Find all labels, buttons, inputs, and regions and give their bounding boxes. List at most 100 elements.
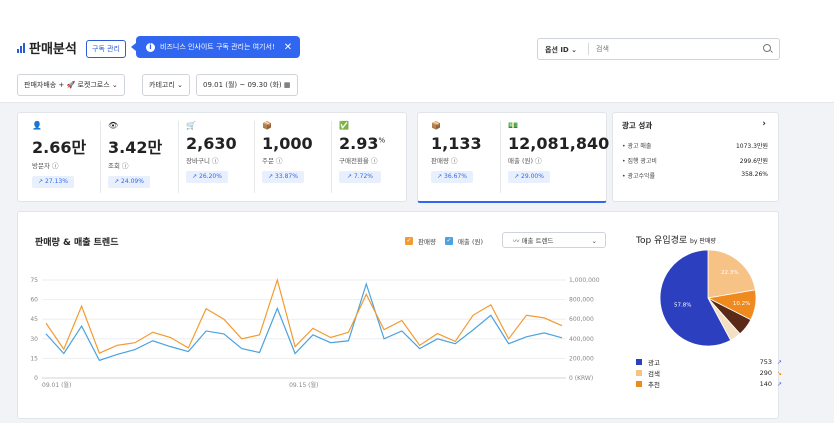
cart-icon: 🛒 — [186, 121, 196, 130]
right-axis-tick: 600,000 — [569, 316, 594, 323]
pie-legend-item: 추천 140 ↗ — [636, 379, 782, 389]
order-icon: 📦 — [262, 121, 272, 130]
ad-row: • 광고 매출 1073.3만원 — [622, 143, 768, 150]
right-axis-tick: 800,000 — [569, 297, 594, 304]
page-title: 판매분석 — [17, 38, 77, 57]
chevron-down-icon: ⌄ — [591, 237, 597, 245]
kpi-check: ✅ 2.93% 구매전환율 ⓘ ↗ 7.72% — [339, 121, 385, 183]
kpi-value: 2,630 — [186, 134, 237, 153]
kpi-money: 💵 12,081,840 매출 (원) ⓘ ↗ 29.00% — [508, 121, 609, 183]
kpi-change-badge: ↗ 7.72% — [339, 171, 381, 183]
kpi-change-badge: ↗ 26.20% — [186, 171, 228, 183]
kpi-value: 2.66만 — [32, 138, 87, 157]
date-range-picker[interactable]: 09.01 (월) ~ 09.30 (화) ▦ — [196, 74, 298, 96]
subscribe-manage-button[interactable]: 구독 관리 — [86, 40, 126, 58]
person-icon: 👤 — [32, 121, 42, 130]
x-axis-tick: 09.15 (월) — [289, 381, 318, 389]
trend-chart-title: 판매량 & 매출 트렌드 — [35, 238, 119, 248]
x-axis-tick: 09.01 (월) — [42, 381, 71, 389]
right-axis-tick: 0 (KRW) — [569, 375, 593, 382]
trend-up-icon: ↗ — [776, 380, 782, 388]
top-bar — [0, 0, 834, 31]
close-icon[interactable]: ✕ — [284, 42, 292, 53]
bar-chart-icon — [17, 42, 25, 53]
channel-filter-label: 판매자배송 + 🚀 로켓그로스 — [24, 81, 110, 89]
sales-checkbox[interactable]: ✓ — [405, 237, 413, 245]
top-channels-title: Top 유입경로 by 판매량 — [636, 236, 716, 246]
pie-slice-label: 57.8% — [674, 302, 691, 308]
kpi-person: 👤 2.66만방문자 ⓘ ↗ 27.13% — [32, 121, 86, 188]
tooltip-text: 비즈니스 인사이트 구독 관리는 여기서! — [160, 43, 275, 51]
kpi-change-badge: ↗ 36.67% — [431, 171, 473, 183]
right-axis-tick: 200,000 — [569, 355, 594, 362]
date-range-label: 09.01 (월) ~ 09.30 (화) — [203, 81, 282, 89]
money-icon: 💵 — [508, 121, 518, 130]
kpi-change-badge: ↗ 24.09% — [108, 176, 150, 188]
trend-line-chart: 75 1,000,000 60 800,000 45 600,000 30 400,000 15… — [30, 277, 600, 389]
left-axis-tick: 15 — [30, 355, 38, 362]
calendar-icon: ▦ — [283, 81, 291, 89]
check-icon: ✅ — [339, 121, 349, 130]
trend-chart-card: 판매량 & 매출 트렌드 ✓ 판매량 ✓ 매출 (원) 〰 매출 트렌드 ⌄ 7… — [17, 211, 782, 419]
kpi-value: 1,000 — [262, 134, 313, 153]
search-option-dropdown[interactable]: 옵션 ID ⌄ — [545, 45, 577, 55]
sales-series-line — [45, 277, 563, 354]
trend-legend: ✓ 판매량 ✓ 매출 (원) — [405, 236, 483, 246]
filter-bar — [0, 68, 834, 103]
pie-legend-item: 검색 290 ↘ — [636, 368, 782, 378]
kpi-value: 12,081,840 — [508, 134, 610, 153]
ad-performance-card[interactable]: 광고 성과 › • 광고 매출 1073.3만원 • 집행 광고비 299.6만원 … — [612, 112, 779, 202]
box-icon: 📦 — [431, 121, 441, 130]
trend-up-icon: ↗ — [776, 358, 782, 366]
kpi-label: 매출 (원) ⓘ — [508, 157, 542, 165]
kpi-change-badge: ↗ 27.13% — [32, 176, 74, 188]
pie-legend-item: 광고 753 ↗ — [636, 357, 782, 367]
search-input[interactable] — [594, 41, 758, 57]
search-box: 옵션 ID ⌄ — [537, 38, 780, 60]
kpi-label: 판매량 ⓘ — [431, 157, 458, 165]
info-icon: i — [146, 42, 155, 52]
left-axis-tick: 45 — [30, 316, 38, 323]
kpi-change-badge: ↗ 33.87% — [262, 171, 304, 183]
ad-row: • 집행 광고비 299.6만원 — [622, 158, 768, 165]
eye-icon: 👁 — [108, 121, 119, 130]
channel-filter-dropdown[interactable]: 판매자배송 + 🚀 로켓그로스 ⌄ — [17, 74, 125, 96]
page-title-text: 판매분석 — [29, 42, 77, 57]
kpi-label: 조회 ⓘ — [108, 162, 129, 170]
kpi-label: 주문 ⓘ — [262, 157, 283, 165]
channel-pie-chart: 22.3% 10.2% 57.8% — [659, 249, 757, 347]
kpi-eye: 👁 3.42만조회 ⓘ ↗ 24.09% — [108, 121, 162, 188]
kpi-value: 2.93% — [339, 134, 386, 153]
revenue-series-line — [45, 281, 563, 362]
legend-revenue-label: 매출 (원) — [457, 238, 484, 246]
trend-select-dropdown[interactable]: 〰 매출 트렌드 ⌄ — [502, 232, 606, 248]
ad-row: • 광고수익률 358.26% — [622, 171, 768, 180]
right-axis-tick: 1,000,000 — [569, 277, 600, 284]
left-axis-tick: 60 — [30, 297, 38, 304]
sales-kpi-card[interactable]: 📦 1,133 판매량 ⓘ ↗ 36.67% 💵 12,081,840 매출 (원) ⓘ ↗ … — [417, 112, 609, 203]
kpi-value: 1,133 — [431, 134, 482, 153]
kpi-change-badge: ↗ 29.00% — [508, 171, 550, 183]
left-axis-tick: 75 — [30, 277, 38, 284]
pie-slice-label: 22.3% — [721, 270, 738, 276]
traffic-kpi-card: 👤 2.66만방문자 ⓘ ↗ 27.13% 👁 3.42만조회 ⓘ ↗ 24.09% 🛒 2,… — [17, 112, 407, 202]
subscribe-tooltip: i 비즈니스 인사이트 구독 관리는 여기서! ✕ — [130, 36, 301, 58]
legend-sales-label: 판매량 — [418, 238, 436, 246]
kpi-box: 📦 1,133 판매량 ⓘ ↗ 36.67% — [431, 121, 482, 183]
right-axis-tick: 400,000 — [569, 336, 594, 343]
category-filter-dropdown[interactable]: 카테고리 ⌄ — [142, 74, 190, 96]
kpi-label: 방문자 ⓘ — [32, 162, 59, 170]
kpi-order: 📦 1,000 주문 ⓘ ↗ 33.87% — [262, 121, 313, 183]
chevron-right-icon[interactable]: › — [762, 119, 766, 129]
kpi-value: 3.42만 — [108, 138, 163, 157]
kpi-cart: 🛒 2,630 장바구니 ⓘ ↗ 26.20% — [186, 121, 237, 183]
kpi-label: 구매전환율 ⓘ — [339, 157, 378, 165]
ad-performance-title: 광고 성과 — [622, 121, 653, 130]
revenue-checkbox[interactable]: ✓ — [444, 237, 453, 245]
left-axis-tick: 0 — [34, 375, 38, 382]
kpi-label: 장바구니 ⓘ — [186, 157, 219, 165]
search-icon[interactable] — [763, 44, 771, 52]
pie-slice-label: 10.2% — [733, 301, 750, 307]
trend-down-icon: ↘ — [776, 369, 782, 377]
category-filter-label: 카테고리 — [149, 81, 175, 89]
